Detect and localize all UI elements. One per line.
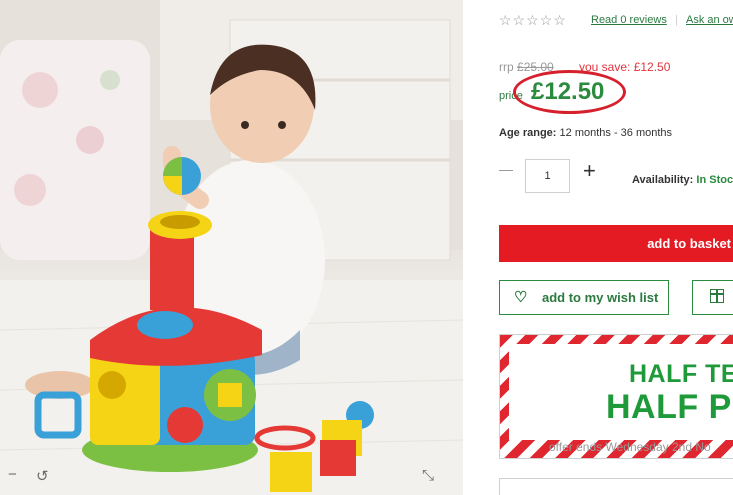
age-range-value: 12 months - 36 months [559,127,673,139]
gift-button[interactable] [692,280,733,315]
rating-stars-icon: ☆☆☆☆☆ [499,12,567,28]
rotate-icon[interactable]: ↺ [36,467,49,485]
age-range: Age range: 12 months - 36 months [499,127,672,139]
add-to-wishlist-label: add to my wish list [542,290,659,305]
add-to-basket-button[interactable]: add to basket [499,225,733,262]
quantity-input[interactable] [525,159,570,193]
add-to-wishlist-button[interactable]: ♡ add to my wish list [499,280,669,315]
link-separator: | [675,14,678,26]
quantity-decrease-button[interactable] [499,170,513,171]
zoom-out-minus-icon[interactable]: − [8,466,17,483]
promo-content: HALF TER HALF PR offer ends Wednesday 2n… [509,344,733,454]
expand-icon[interactable]: ⤡ [422,467,434,484]
product-info-panel: ☆☆☆☆☆ Read 0 reviews | Ask an ow rrp £25… [499,0,733,495]
promo-banner[interactable]: HALF TER HALF PR offer ends Wednesday 2n… [499,334,733,459]
promo-line-1: HALF TER [629,360,733,388]
promo-line-2: HALF PR [606,388,733,426]
availability-value: In Stoc [696,174,733,186]
rrp-label: rrp [499,60,514,74]
product-photo[interactable]: − ↺ ⤡ [0,0,463,495]
age-range-label: Age range: [499,127,557,139]
gift-icon [710,289,724,303]
quantity-increase-button[interactable]: + [583,160,596,182]
next-section-box [499,478,733,495]
ask-question-link[interactable]: Ask an ow [686,14,733,26]
availability-label: Availability: [632,174,694,186]
product-photo-illustration [0,0,463,495]
price-highlight-ring [513,70,626,114]
availability: Availability: In Stoc [632,174,733,186]
read-reviews-link[interactable]: Read 0 reviews [591,14,667,26]
heart-icon: ♡ [514,289,528,306]
promo-ends-text: offer ends Wednesday 2nd No [549,440,711,454]
